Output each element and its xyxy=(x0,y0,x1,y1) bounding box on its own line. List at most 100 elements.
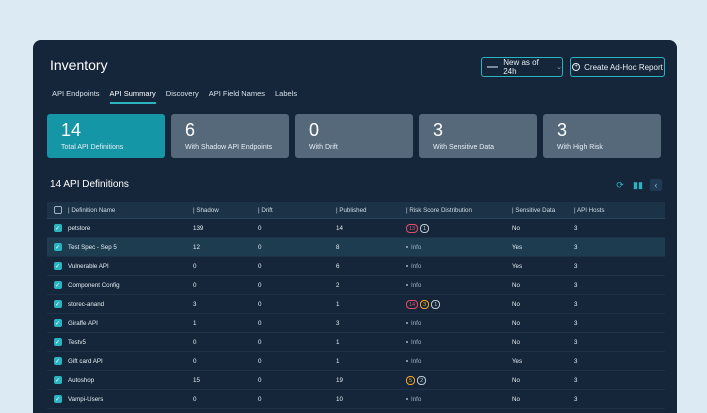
table-row[interactable]: ✓ Component Config 0 0 2 Info No 3 xyxy=(47,276,665,295)
checkbox-cell: ✓ xyxy=(47,395,68,403)
columns-icon[interactable]: ▮▮ xyxy=(632,179,644,191)
column-header[interactable]: | API Hosts xyxy=(574,207,654,214)
row-checkbox[interactable]: ✓ xyxy=(53,262,62,270)
tab-labels[interactable]: Labels xyxy=(275,89,297,104)
sensitive-data: No xyxy=(512,300,520,308)
column-header[interactable]: | Drift xyxy=(258,207,336,214)
create-adhoc-report-button[interactable]: + Create Ad-Hoc Report xyxy=(570,57,665,77)
drift-count: 0 xyxy=(258,224,262,232)
column-header[interactable]: | Sensitive Data xyxy=(512,207,574,214)
table-row[interactable]: ✓ Giraffe API 1 0 3 Info No 3 xyxy=(47,314,665,333)
row-checkbox[interactable]: ✓ xyxy=(53,357,62,365)
tab-api-field-names[interactable]: API Field Names xyxy=(209,89,265,104)
summary-card[interactable]: 6 With Shadow API Endpoints xyxy=(171,114,289,158)
risk-badge-low: 1 xyxy=(431,299,441,309)
shadow-count: 0 xyxy=(193,262,197,270)
column-header[interactable]: | Risk Score Distribution xyxy=(406,207,512,214)
select-all-checkbox[interactable] xyxy=(53,206,62,214)
tab-api-endpoints[interactable]: API Endpoints xyxy=(52,89,100,104)
drift-count: 0 xyxy=(258,376,262,384)
checkbox-cell: ✓ xyxy=(47,281,68,289)
info-dot-icon xyxy=(406,264,408,267)
table-row[interactable]: ✓ Autoshop 15 0 19 5 2 No 3 xyxy=(47,371,665,390)
drift-count: 0 xyxy=(258,338,262,346)
risk-badge-crit: 13 xyxy=(406,223,419,233)
risk-score-distribution: Info xyxy=(406,320,512,327)
shadow-count: 0 xyxy=(193,338,197,346)
row-checkbox[interactable]: ✓ xyxy=(53,338,62,346)
sensitive-data: No xyxy=(512,224,520,232)
time-filter-label: New as of 24h xyxy=(503,58,539,76)
card-label: With Shadow API Endpoints xyxy=(185,144,273,151)
tab-discovery[interactable]: Discovery xyxy=(166,89,199,104)
row-checkbox[interactable]: ✓ xyxy=(53,376,62,384)
info-dot-icon xyxy=(406,397,408,400)
published-count: 1 xyxy=(336,300,340,308)
risk-badge-high: 5 xyxy=(406,375,416,385)
table-row[interactable]: ✓ Gift card API 0 0 1 Info Yes 3 xyxy=(47,352,665,371)
risk-info: Info xyxy=(406,244,421,251)
info-dot-icon xyxy=(406,321,408,324)
published-count: 8 xyxy=(336,243,340,251)
drift-count: 0 xyxy=(258,395,262,403)
summary-card[interactable]: 3 With Sensitive Data xyxy=(419,114,537,158)
summary-card[interactable]: 14 Total API Definitions xyxy=(47,114,165,158)
card-label: Total API Definitions xyxy=(61,144,124,151)
risk-score-distribution: Info xyxy=(406,244,512,251)
shadow-count: 0 xyxy=(193,357,197,365)
card-number: 14 xyxy=(61,120,82,140)
column-header[interactable]: | Definition Name xyxy=(68,207,193,214)
checkbox-cell: ✓ xyxy=(47,319,68,327)
risk-badge-low: 2 xyxy=(417,375,427,385)
risk-score-distribution: 52 xyxy=(406,375,512,385)
drift-count: 0 xyxy=(258,319,262,327)
definition-name: Vampi-Users xyxy=(68,395,104,403)
refresh-icon[interactable]: ⟳ xyxy=(614,179,626,191)
table-row[interactable]: ✓ Vampi-Users 0 0 10 Info No 3 xyxy=(47,390,665,409)
card-label: With Drift xyxy=(309,144,338,151)
risk-info: Info xyxy=(406,282,421,289)
column-header[interactable]: | Published xyxy=(336,207,406,214)
sensitive-data: No xyxy=(512,281,520,289)
table-row[interactable]: ✓ Vulnerable API 0 0 6 Info Yes 3 xyxy=(47,257,665,276)
published-count: 1 xyxy=(336,357,340,365)
sensitive-data: Yes xyxy=(512,262,523,270)
summary-card[interactable]: 3 With High Risk xyxy=(543,114,661,158)
table-row[interactable]: ✓ storec-anand 3 0 1 14 3 1 No 3 xyxy=(47,295,665,314)
drift-count: 0 xyxy=(258,281,262,289)
info-dot-icon xyxy=(406,245,408,248)
chevron-down-icon: ⌄ xyxy=(556,64,562,71)
row-checkbox[interactable]: ✓ xyxy=(53,243,62,251)
row-checkbox[interactable]: ✓ xyxy=(53,395,62,403)
definition-name: petstore xyxy=(68,224,91,232)
table-tools: ⟳ ▮▮ ‹ xyxy=(614,179,662,191)
checkbox-cell: ✓ xyxy=(47,300,68,308)
risk-info: Info xyxy=(406,396,421,403)
api-hosts: 3 xyxy=(574,243,578,251)
collapse-icon[interactable]: ‹ xyxy=(650,179,662,191)
api-hosts: 3 xyxy=(574,338,578,346)
column-header[interactable]: | Shadow xyxy=(193,207,258,214)
risk-score-distribution: Info xyxy=(406,263,512,270)
card-number: 0 xyxy=(309,120,320,140)
row-checkbox[interactable]: ✓ xyxy=(53,300,62,308)
table-row[interactable]: ✓ petstore 139 0 14 13 1 No 3 xyxy=(47,219,665,238)
checkbox-cell: ✓ xyxy=(47,357,68,365)
risk-info-label: Info xyxy=(411,243,422,251)
page-title: Inventory xyxy=(50,57,108,73)
checkbox-cell: ✓ xyxy=(47,262,68,270)
section-title: 14 API Definitions xyxy=(50,179,129,190)
time-filter-select[interactable]: New as of 24h ⌄ xyxy=(481,57,563,77)
tab-api-summary[interactable]: API Summary xyxy=(109,89,156,104)
row-checkbox[interactable]: ✓ xyxy=(53,319,62,327)
drift-count: 0 xyxy=(258,243,262,251)
table-row[interactable]: ✓ Testv5 0 0 1 Info No 3 xyxy=(47,333,665,352)
definition-name: Gift card API xyxy=(68,357,103,365)
table-row[interactable]: ✓ Test Spec - Sep 5 12 0 8 Info Yes 3 xyxy=(47,238,665,257)
summary-card[interactable]: 0 With Drift xyxy=(295,114,413,158)
info-dot-icon xyxy=(406,283,408,286)
published-count: 3 xyxy=(336,319,340,327)
row-checkbox[interactable]: ✓ xyxy=(53,281,62,289)
card-number: 3 xyxy=(433,120,444,140)
row-checkbox[interactable]: ✓ xyxy=(53,224,62,232)
